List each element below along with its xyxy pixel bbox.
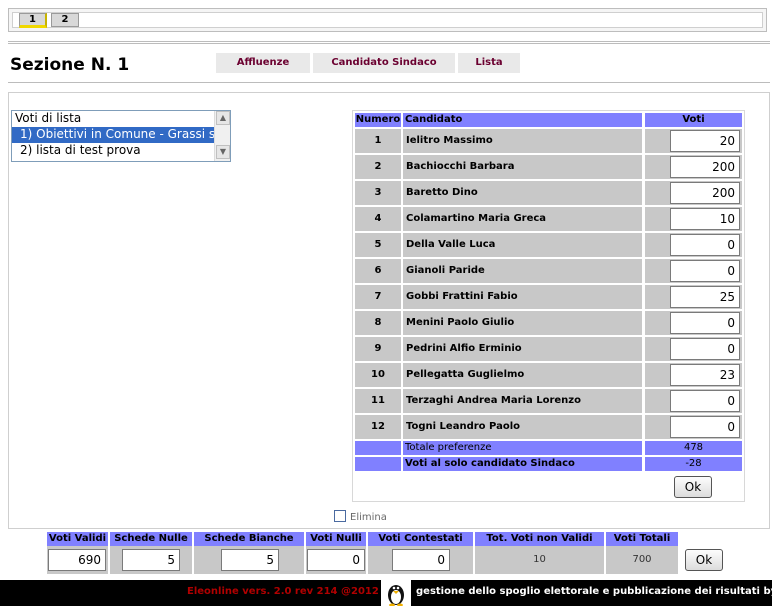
schede-bianche-field[interactable]: 5 (221, 549, 279, 571)
candidate-number: 7 (355, 285, 401, 309)
candidate-number: 6 (355, 259, 401, 283)
candidate-number: 10 (355, 363, 401, 387)
totale-preferenze-label: Totale preferenze (403, 441, 642, 455)
column-header-candidato: Candidato (403, 113, 642, 127)
candidate-number: 2 (355, 155, 401, 179)
candidate-votes-field[interactable]: 0 (670, 312, 740, 334)
ok-button-totals[interactable]: Ok (685, 549, 723, 571)
listbox-scrollbar[interactable]: ▲ ▼ (214, 111, 230, 161)
candidate-votes-field[interactable]: 0 (670, 234, 740, 256)
candidate-name: Colamartino Maria Greca (403, 207, 642, 231)
column-header-voti: Voti (645, 113, 742, 127)
schede-nulle-field[interactable]: 5 (122, 549, 180, 571)
header-voti-validi: Voti Validi (47, 532, 108, 546)
candidate-votes-field[interactable]: 0 (670, 260, 740, 282)
voti-nulli-field[interactable]: 0 (307, 549, 365, 571)
totale-preferenze-value: 478 (645, 441, 742, 455)
voti-contestati-field[interactable]: 0 (392, 549, 450, 571)
candidate-votes-field[interactable]: 200 (670, 182, 740, 204)
candidate-number: 3 (355, 181, 401, 205)
candidate-number: 12 (355, 415, 401, 439)
scroll-down-icon[interactable]: ▼ (216, 145, 230, 159)
candidate-name: Menini Paolo Giulio (403, 311, 642, 335)
candidate-number: 9 (355, 337, 401, 361)
column-header-numero: Numero (355, 113, 401, 127)
header-voti-nulli: Voti Nulli (306, 532, 366, 546)
scroll-up-icon[interactable]: ▲ (216, 111, 230, 125)
solo-sindaco-value: -28 (645, 457, 742, 471)
voti-validi-field[interactable]: 690 (48, 549, 106, 571)
tab-candidato-sindaco[interactable]: Candidato Sindaco (313, 53, 455, 73)
elimina-checkbox[interactable] (334, 510, 346, 522)
header-voti-contestati: Voti Contestati (368, 532, 473, 546)
candidate-name: Gobbi Frattini Fabio (403, 285, 642, 309)
header-tot-non-validi: Tot. Voti non Validi (475, 532, 604, 546)
ok-button-candidates[interactable]: Ok (674, 476, 712, 498)
candidate-votes-field[interactable]: 20 (670, 130, 740, 152)
tot-non-validi-value: 10 (533, 554, 546, 565)
page-tab-strip: 1 2 (8, 8, 767, 32)
candidate-name: Pellegatta Guglielmo (403, 363, 642, 387)
candidate-name: Pedrini Alfio Erminio (403, 337, 642, 361)
candidate-name: Terzaghi Andrea Maria Lorenzo (403, 389, 642, 413)
voti-totali-value: 700 (632, 554, 652, 565)
candidate-name: Bachiocchi Barbara (403, 155, 642, 179)
footer-version: Eleonline vers. 2.0 rev 214 @2012 (187, 586, 379, 597)
candidate-votes-field[interactable]: 0 (670, 416, 740, 438)
penguin-logo-icon (381, 580, 411, 606)
page-tab-track: 1 2 (12, 12, 763, 28)
candidate-votes-field[interactable]: 0 (670, 390, 740, 412)
candidate-votes-field[interactable]: 0 (670, 338, 740, 360)
candidate-name: Togni Leandro Paolo (403, 415, 642, 439)
divider (8, 82, 770, 83)
candidate-number: 4 (355, 207, 401, 231)
candidate-number: 11 (355, 389, 401, 413)
candidate-number: 1 (355, 129, 401, 153)
lista-listbox[interactable]: Voti di lista 1) Obiettivi in Comune - G… (11, 110, 231, 162)
tab-lista[interactable]: Lista (458, 53, 520, 73)
page-tab-1[interactable]: 1 (19, 13, 47, 28)
candidate-name: Della Valle Luca (403, 233, 642, 257)
page-tab-2[interactable]: 2 (51, 13, 79, 27)
candidate-number: 5 (355, 233, 401, 257)
candidate-votes-field[interactable]: 23 (670, 364, 740, 386)
divider (8, 41, 770, 42)
section-title: Sezione N. 1 (10, 55, 130, 75)
candidate-votes-field[interactable]: 200 (670, 156, 740, 178)
elimina-label: Elimina (350, 512, 387, 523)
header-schede-bianche: Schede Bianche (194, 532, 304, 546)
solo-sindaco-label: Voti al solo candidato Sindaco (403, 457, 642, 471)
tab-affluenze[interactable]: Affluenze (216, 53, 310, 73)
candidate-votes-field[interactable]: 25 (670, 286, 740, 308)
list-item[interactable]: Voti di lista (12, 111, 215, 127)
candidate-name: Ielitro Massimo (403, 129, 642, 153)
list-item[interactable]: 2) lista di test prova (12, 143, 215, 159)
footer-tagline: gestione dello spoglio elettorale e pubb… (416, 586, 772, 597)
total-row-spacer (355, 457, 401, 471)
list-item-selected[interactable]: 1) Obiettivi in Comune - Grassi s (12, 127, 215, 143)
header-voti-totali: Voti Totali (606, 532, 678, 546)
candidate-number: 8 (355, 311, 401, 335)
candidate-name: Gianoli Paride (403, 259, 642, 283)
candidate-votes-field[interactable]: 10 (670, 208, 740, 230)
total-row-spacer (355, 441, 401, 455)
candidate-name: Baretto Dino (403, 181, 642, 205)
divider (8, 43, 770, 44)
footer: Eleonline vers. 2.0 rev 214 @2012 gestio… (0, 580, 772, 606)
header-schede-nulle: Schede Nulle (110, 532, 192, 546)
